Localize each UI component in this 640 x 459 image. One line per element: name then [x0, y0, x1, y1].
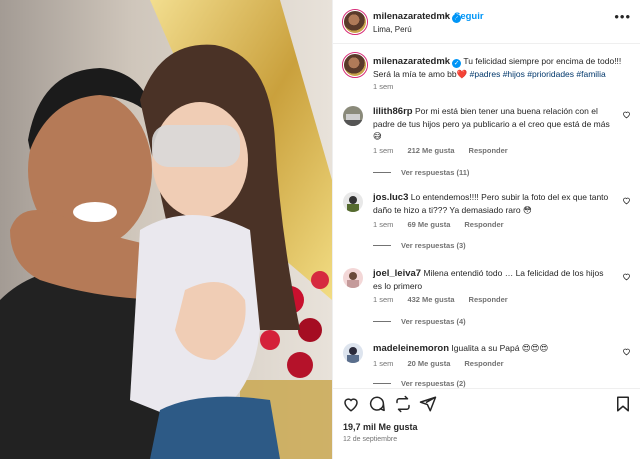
post-panel: milenazaratedmk ✓ • Seguir Lima, Perú •••… — [332, 0, 640, 459]
reply-button[interactable]: Responder — [469, 146, 508, 155]
comment-avatar[interactable] — [343, 192, 363, 212]
likes-count[interactable]: 19,7 mil Me gusta — [343, 422, 418, 432]
comment-time: 1 sem — [373, 295, 394, 304]
comment-username[interactable]: jos.luc3 — [373, 192, 408, 203]
comment-body: Igualita a su Papá 😍😍😍 — [451, 343, 549, 353]
comment-meta: 1 sem 432 Me gusta Responder — [373, 295, 522, 304]
comment-body: Lo entendemos!!!! Pero subir la foto del… — [373, 192, 609, 215]
action-bar: 19,7 mil Me gusta 12 de septiembre — [333, 388, 640, 459]
comment-time: 1 sem — [373, 359, 394, 368]
heart-icon[interactable] — [622, 196, 631, 205]
heart-icon[interactable] — [622, 347, 631, 356]
comment-time: 1 sem — [373, 146, 394, 155]
comment-avatar[interactable] — [343, 343, 363, 363]
view-replies-button[interactable]: Ver respuestas (4) — [373, 317, 466, 326]
comment-icon[interactable] — [368, 395, 386, 413]
bookmark-icon[interactable] — [614, 395, 632, 413]
caption-username[interactable]: milenazaratedmk ✓ — [373, 56, 462, 68]
more-options-icon[interactable]: ••• — [614, 9, 631, 24]
view-replies-button[interactable]: Ver respuestas (3) — [373, 241, 466, 250]
comment-text: jos.luc3 Lo entendemos!!!! Pero subir la… — [373, 191, 613, 216]
post-photo[interactable] — [0, 0, 332, 459]
location-link[interactable]: Lima, Perú — [373, 25, 412, 34]
comment-likes[interactable]: 20 Me gusta — [407, 359, 450, 368]
follow-button[interactable]: Seguir — [454, 11, 484, 22]
comment-meta: 1 sem 69 Me gusta Responder — [373, 220, 518, 229]
author-avatar[interactable] — [342, 9, 368, 35]
comment-text: madeleinemoron Igualita a su Papá 😍😍😍 — [373, 342, 613, 355]
repost-icon[interactable] — [394, 395, 412, 413]
heart-emoji: ❤️ — [456, 69, 468, 79]
verified-badge-icon: ✓ — [452, 59, 462, 68]
comment-username[interactable]: lilith86rp — [373, 106, 413, 117]
comment-meta: 1 sem 20 Me gusta Responder — [373, 359, 518, 368]
comment-meta: 1 sem 212 Me gusta Responder — [373, 146, 522, 155]
comment-username[interactable]: madeleinemoron — [373, 343, 449, 354]
comment-avatar[interactable] — [343, 106, 363, 126]
comment-time: 1 sem — [373, 220, 394, 229]
heart-icon[interactable] — [622, 110, 631, 119]
view-replies-button[interactable]: Ver respuestas (11) — [373, 168, 469, 177]
comment-text: lilith86rp Por mi está bien tener una bu… — [373, 105, 613, 142]
reply-button[interactable]: Responder — [464, 359, 503, 368]
comment-likes[interactable]: 69 Me gusta — [407, 220, 450, 229]
view-replies-button[interactable]: Ver respuestas (2) — [373, 379, 466, 388]
reply-button[interactable]: Responder — [469, 295, 508, 304]
caption-text: milenazaratedmk ✓ Tu felicidad siempre po… — [373, 55, 635, 80]
comment-avatar[interactable] — [343, 268, 363, 288]
comment-username[interactable]: joel_leiva7 — [373, 268, 421, 279]
post-photo-illustration — [0, 0, 332, 459]
comment-text: joel_leiva7 Milena entendió todo … La fe… — [373, 267, 613, 292]
separator-dot: • — [445, 11, 449, 21]
reply-button[interactable]: Responder — [464, 220, 503, 229]
post-header: milenazaratedmk ✓ • Seguir Lima, Perú ••• — [333, 0, 640, 44]
share-icon[interactable] — [419, 395, 437, 413]
heart-icon[interactable] — [622, 272, 631, 281]
comment-likes[interactable]: 212 Me gusta — [407, 146, 454, 155]
comment-likes[interactable]: 432 Me gusta — [407, 295, 454, 304]
caption-avatar[interactable] — [342, 52, 368, 78]
caption-time: 1 sem — [373, 82, 394, 91]
post-date: 12 de septiembre — [343, 436, 398, 443]
heart-icon[interactable] — [342, 395, 360, 413]
caption-hashtags[interactable]: #padres #hijos #prioridades #familia — [470, 69, 606, 79]
